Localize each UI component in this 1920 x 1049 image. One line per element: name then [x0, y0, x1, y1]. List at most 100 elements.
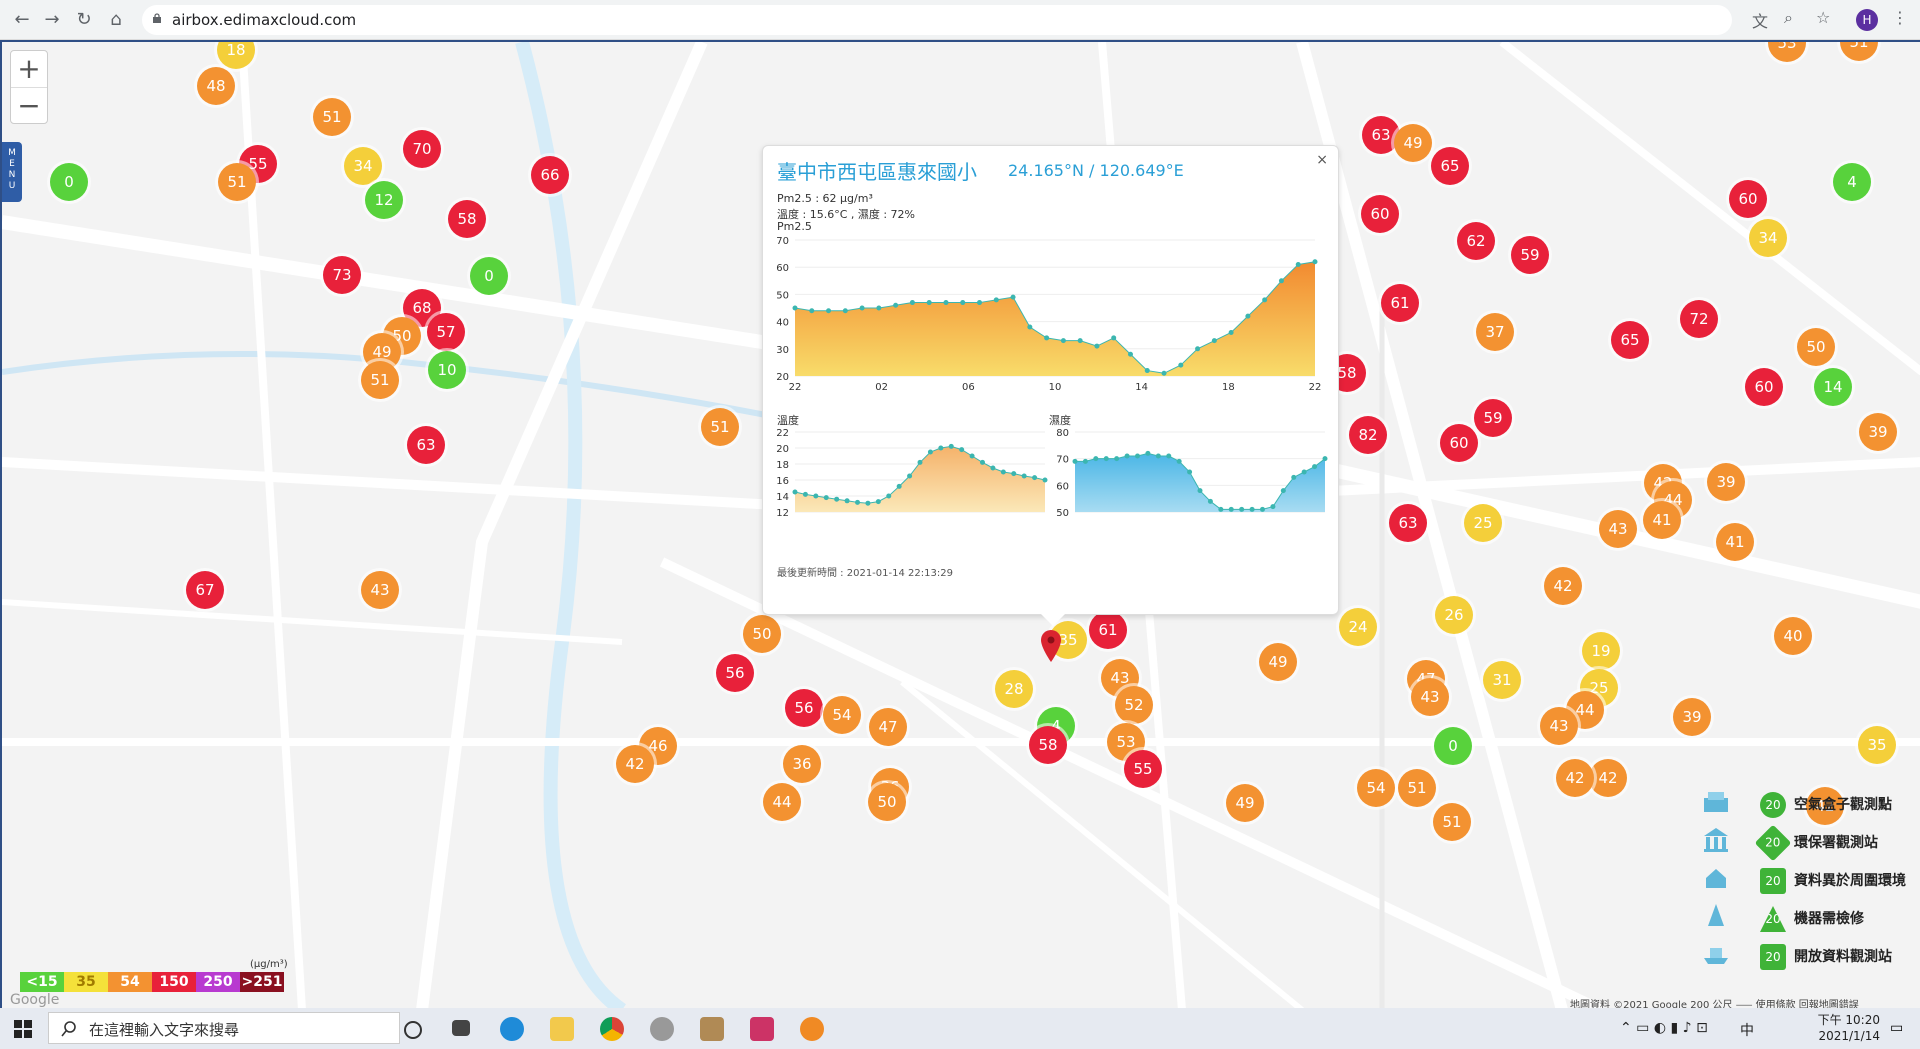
sensor-marker[interactable]: 43 — [1540, 707, 1578, 745]
sensor-marker[interactable]: 43 — [1599, 510, 1637, 548]
sensor-marker[interactable]: 51 — [701, 408, 739, 446]
forward-icon[interactable]: → — [40, 8, 64, 32]
sensor-marker[interactable]: 60 — [1361, 195, 1399, 233]
sensor-marker[interactable]: 42 — [1544, 567, 1582, 605]
task-view-icon[interactable] — [452, 1020, 470, 1036]
sensor-marker[interactable]: 51 — [313, 98, 351, 136]
sensor-marker[interactable]: 44 — [763, 783, 801, 821]
sensor-marker[interactable]: 35 — [1858, 726, 1896, 764]
ime-indicator[interactable]: 中 — [1740, 1020, 1754, 1040]
sensor-marker[interactable]: 28 — [995, 670, 1033, 708]
chrome-icon[interactable] — [600, 1017, 624, 1041]
sensor-marker[interactable]: 59 — [1511, 236, 1549, 274]
sensor-marker[interactable]: 61 — [1089, 611, 1127, 649]
sensor-marker[interactable]: 63 — [1389, 504, 1427, 542]
sensor-marker[interactable]: 52 — [1115, 686, 1153, 724]
back-icon[interactable]: ← — [10, 8, 34, 32]
sensor-marker[interactable]: 65 — [1611, 321, 1649, 359]
app-icon[interactable] — [650, 1017, 674, 1041]
edge-icon[interactable] — [500, 1017, 524, 1041]
sensor-marker[interactable]: 50 — [743, 615, 781, 653]
sensor-marker[interactable]: 48 — [197, 67, 235, 105]
star-icon[interactable]: ☆ — [1816, 8, 1830, 27]
sensor-marker[interactable]: 39 — [1707, 463, 1745, 501]
sensor-marker[interactable]: 49 — [1259, 643, 1297, 681]
sensor-marker[interactable]: 26 — [1435, 596, 1473, 634]
sensor-marker[interactable]: 67 — [186, 571, 224, 609]
selected-pin-icon[interactable] — [1040, 630, 1062, 664]
sensor-marker[interactable]: 0 — [470, 257, 508, 295]
sensor-marker[interactable]: 70 — [403, 130, 441, 168]
sensor-marker[interactable]: 36 — [783, 745, 821, 783]
zoom-out-button[interactable]: − — [11, 87, 47, 124]
sensor-marker[interactable]: 57 — [427, 313, 465, 351]
zoom-icon[interactable]: ⌕ — [1784, 8, 1793, 28]
sensor-marker[interactable]: 42 — [616, 745, 654, 783]
menu-tab[interactable]: MENU — [2, 142, 22, 202]
sensor-marker[interactable]: 0 — [50, 163, 88, 201]
sensor-marker[interactable]: 37 — [1476, 313, 1514, 351]
sensor-marker[interactable]: 43 — [361, 571, 399, 609]
translate-icon[interactable]: ⽂ — [1752, 8, 1768, 32]
sensor-marker[interactable]: 19 — [1582, 632, 1620, 670]
sensor-marker[interactable]: 51 — [1433, 803, 1471, 841]
sensor-marker[interactable]: 62 — [1457, 222, 1495, 260]
map-attribution[interactable]: 地圖資料 ©2021 Google 200 公尺 ⸺ 使用條款 回報地圖錯誤 — [1570, 996, 1859, 1008]
clock[interactable]: 下午 10:20 2021/1/14 — [1800, 1012, 1880, 1044]
sensor-marker[interactable]: 50 — [868, 783, 906, 821]
sensor-marker[interactable]: 0 — [1434, 727, 1472, 765]
sensor-marker[interactable]: 63 — [407, 426, 445, 464]
sensor-marker[interactable]: 56 — [785, 689, 823, 727]
sensor-marker[interactable]: 55 — [1124, 750, 1162, 788]
sensor-marker[interactable]: 39 — [1859, 413, 1897, 451]
windows-start-icon[interactable] — [14, 1020, 32, 1038]
sensor-marker[interactable]: 40 — [1774, 617, 1812, 655]
sensor-marker[interactable]: 66 — [531, 156, 569, 194]
sensor-marker[interactable]: 42 — [1556, 759, 1594, 797]
reload-icon[interactable]: ↻ — [72, 8, 96, 32]
sensor-marker[interactable]: 31 — [1483, 661, 1521, 699]
sensor-marker[interactable]: 73 — [323, 256, 361, 294]
sensor-marker[interactable]: 51 — [218, 163, 256, 201]
sensor-marker[interactable]: 65 — [1431, 147, 1469, 185]
address-bar[interactable]: airbox.edimaxcloud.com — [142, 5, 1732, 35]
sensor-marker[interactable]: 10 — [428, 351, 466, 389]
blender-icon[interactable] — [800, 1017, 824, 1041]
sensor-marker[interactable]: 42 — [1589, 759, 1627, 797]
sensor-marker[interactable]: 47 — [869, 708, 907, 746]
sensor-marker[interactable]: 34 — [344, 147, 382, 185]
sensor-marker[interactable]: 51 — [1398, 769, 1436, 807]
sensor-marker[interactable]: 14 — [1814, 368, 1852, 406]
home-icon[interactable]: ⌂ — [104, 8, 128, 32]
sensor-marker[interactable]: 4 — [1833, 163, 1871, 201]
sensor-marker[interactable]: 34 — [1749, 219, 1787, 257]
profile-avatar[interactable]: H — [1856, 9, 1878, 31]
sensor-marker[interactable]: 54 — [1357, 769, 1395, 807]
more-icon[interactable]: ⋮ — [1892, 8, 1908, 27]
sensor-marker[interactable]: 56 — [716, 654, 754, 692]
sensor-marker[interactable]: 49 — [1226, 784, 1264, 822]
sensor-marker[interactable]: 59 — [1474, 399, 1512, 437]
app-icon[interactable] — [700, 1017, 724, 1041]
map-area[interactable]: 18 48 51 55 34 70 66 0 51 12 58 73 0 68 50 57 49 10 51 63 67… — [0, 40, 1920, 1008]
sensor-marker[interactable]: 72 — [1680, 300, 1718, 338]
close-icon[interactable]: × — [1316, 152, 1328, 168]
sensor-marker[interactable]: 58 — [448, 200, 486, 238]
sensor-marker[interactable]: 41 — [1643, 501, 1681, 539]
sensor-marker[interactable]: 39 — [1673, 698, 1711, 736]
sensor-marker[interactable]: 58 — [1029, 726, 1067, 764]
sensor-marker[interactable]: 12 — [365, 181, 403, 219]
zoom-in-button[interactable]: + — [11, 51, 47, 87]
sensor-marker[interactable]: 50 — [1797, 328, 1835, 366]
sensor-marker[interactable]: 24 — [1339, 608, 1377, 646]
notification-icon[interactable]: ▭ — [1890, 1020, 1903, 1036]
sensor-marker[interactable]: 60 — [1440, 424, 1478, 462]
cortana-icon[interactable] — [404, 1021, 422, 1039]
app-icon[interactable] — [750, 1017, 774, 1041]
system-tray-icons[interactable]: ⌃ ▭ ◐ ▮ ♪ ⊡ — [1620, 1020, 1708, 1036]
taskbar-search[interactable]: 在這裡輸入文字來搜尋 — [48, 1012, 400, 1044]
sensor-marker[interactable]: 54 — [823, 696, 861, 734]
sensor-marker[interactable]: 41 — [1716, 523, 1754, 561]
file-explorer-icon[interactable] — [550, 1017, 574, 1041]
sensor-marker[interactable]: 51 — [361, 361, 399, 399]
